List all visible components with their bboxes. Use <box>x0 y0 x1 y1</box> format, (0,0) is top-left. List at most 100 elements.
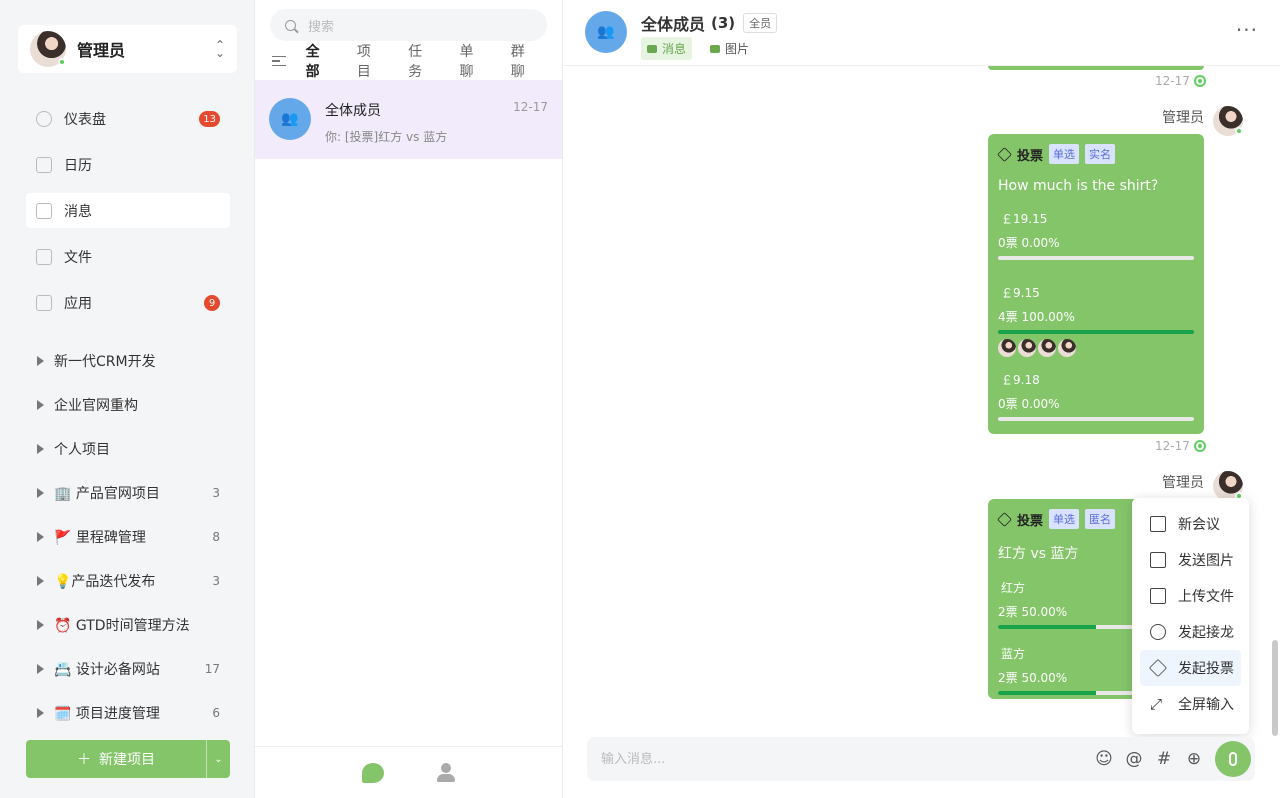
project-name: 企业官网重构 <box>54 398 138 414</box>
vote-mode-pill: 匿名 <box>1085 509 1116 529</box>
tab-direct[interactable]: 单聊 <box>459 41 486 81</box>
message-input[interactable] <box>601 751 1089 767</box>
chevron-updown-icon: ⌃ ⌄ <box>214 38 225 60</box>
nav-label: 应用 <box>64 295 92 312</box>
option-label: ￡9.15 <box>1001 286 1040 300</box>
sender-avatar[interactable] <box>1213 471 1243 501</box>
vote-card[interactable]: 投票 单选 实名 How much is the shirt? ￡19.15 0… <box>988 134 1204 434</box>
vote-question: How much is the shirt? <box>998 178 1159 194</box>
project-item[interactable]: 🗓️ 项目进度管理 6 <box>26 691 230 735</box>
project-item[interactable]: ⏰ GTD时间管理方法 <box>26 603 230 647</box>
nav-item-apps[interactable]: 应用 9 <box>26 285 230 320</box>
project-item[interactable]: 企业官网重构 <box>26 383 230 427</box>
nav-item-files[interactable]: 文件 <box>26 239 230 274</box>
read-check-icon <box>1193 75 1206 87</box>
caret-right-icon[interactable] <box>37 444 44 454</box>
more-options-icon[interactable]: ··· <box>1236 18 1258 42</box>
file-icon <box>36 248 52 265</box>
search-box[interactable]: 搜索 <box>270 9 547 41</box>
dialog-item[interactable]: 👥 全体成员 你: [投票]红方 vs 蓝方 12-17 <box>255 80 562 159</box>
vote-option[interactable]: ￡19.15 0票 0.00% <box>998 210 1194 260</box>
dialog-info: 全体成员 你: [投票]红方 vs 蓝方 <box>325 98 513 145</box>
new-project-button[interactable]: ＋ 新建项目 <box>26 740 206 778</box>
hashtag-icon[interactable]: # <box>1149 749 1179 769</box>
tab-groups[interactable]: 群聊 <box>511 41 538 81</box>
caret-right-icon[interactable] <box>37 708 44 718</box>
time-text: 12-17 <box>1155 74 1190 88</box>
menu-item-new-meeting[interactable]: 新会议 <box>1140 506 1241 542</box>
project-item[interactable]: 个人项目 <box>26 427 230 471</box>
tab-all[interactable]: 全部 <box>306 41 333 81</box>
project-count: 6 <box>212 706 220 720</box>
caret-right-icon[interactable] <box>37 664 44 674</box>
user-switcher[interactable]: 管理员 ⌃ ⌄ <box>18 25 237 73</box>
nav-badge: 9 <box>204 295 220 311</box>
caret-right-icon[interactable] <box>37 488 44 498</box>
vote-option[interactable]: ￡9.15 4票 100.00% <box>998 284 1194 357</box>
vote-option[interactable]: ￡9.18 0票 0.00% <box>998 371 1194 421</box>
caret-right-icon[interactable] <box>37 576 44 586</box>
nav-label: 消息 <box>64 203 92 220</box>
tab-tasks[interactable]: 任务 <box>408 41 435 81</box>
project-item[interactable]: 🏢 产品官网项目 3 <box>26 471 230 515</box>
nav-item-calendar[interactable]: 日历 <box>26 147 230 182</box>
option-bar <box>998 417 1194 421</box>
dialog-title: 全体成员 <box>325 103 381 119</box>
contacts-icon[interactable] <box>436 762 456 783</box>
plus-circle-icon[interactable]: ⊕ <box>1179 749 1209 769</box>
project-count: 17 <box>204 662 220 676</box>
chat-bubble-icon[interactable] <box>361 762 384 783</box>
nav-item-dashboard[interactable]: 仪表盘 13 <box>26 101 230 136</box>
read-check-icon <box>1193 440 1206 452</box>
caret-right-icon[interactable] <box>37 620 44 630</box>
caret-right-icon[interactable] <box>37 356 44 366</box>
menu-item-label: 发起接龙 <box>1178 625 1234 641</box>
new-project-dropdown[interactable]: ⌄ <box>206 740 230 778</box>
menu-item-start-relay[interactable]: 发起接龙 <box>1140 614 1241 650</box>
voter-avatar <box>1038 339 1056 357</box>
vote-icon <box>1148 658 1168 678</box>
tab-projects[interactable]: 项目 <box>357 41 384 81</box>
message-composer: ☺ @ # ⊕ <box>587 737 1255 781</box>
image-icon <box>1150 552 1166 568</box>
caret-right-icon[interactable] <box>37 532 44 542</box>
filter-label: 消息 <box>662 42 687 56</box>
menu-item-label: 全屏输入 <box>1178 697 1234 713</box>
project-count: 3 <box>212 486 220 500</box>
filter-messages[interactable]: 消息 <box>641 37 693 60</box>
caret-right-icon[interactable] <box>37 400 44 410</box>
project-name: 🚩 里程碑管理 <box>54 530 146 546</box>
vote-header: 投票 单选 实名 <box>997 144 1194 164</box>
time-text: 12-17 <box>1155 439 1190 453</box>
menu-item-start-vote[interactable]: 发起投票 <box>1140 650 1241 686</box>
project-item[interactable]: 📇 设计必备网站 17 <box>26 647 230 691</box>
message-time: 12-17 <box>1155 74 1206 88</box>
chat-header: 👥 全体成员 (3) 全员 消息 图片 ··· <box>563 0 1280 66</box>
emoji-icon[interactable]: ☺ <box>1089 749 1119 769</box>
sender-name: 管理员 <box>1162 475 1204 491</box>
app-root: 管理员 ⌃ ⌄ 仪表盘 13 日历 消息 文件 应用 9 新一代CRM开发 企业… <box>0 0 1280 798</box>
nav-item-messages[interactable]: 消息 <box>26 193 230 228</box>
menu-item-upload-file[interactable]: 上传文件 <box>1140 578 1241 614</box>
filter-images[interactable]: 图片 <box>704 37 755 60</box>
scrollbar[interactable] <box>1272 640 1278 736</box>
option-stat: 0票 0.00% <box>998 397 1060 411</box>
project-item[interactable]: 💡产品迭代发布 3 <box>26 559 230 603</box>
menu-item-label: 发起投票 <box>1178 661 1234 677</box>
member-count: (3) <box>711 14 736 32</box>
project-item[interactable]: 新一代CRM开发 <box>26 339 230 383</box>
option-label: ￡9.18 <box>1001 373 1040 387</box>
mention-icon[interactable]: @ <box>1119 749 1149 769</box>
nav-label: 文件 <box>64 249 92 266</box>
online-dot <box>58 58 66 66</box>
menu-icon[interactable] <box>272 55 286 67</box>
nav-badge: 13 <box>199 111 220 127</box>
voter-avatars <box>998 339 1194 357</box>
voice-button[interactable] <box>1215 741 1251 777</box>
vote-type-pill: 单选 <box>1049 509 1080 529</box>
menu-item-label: 上传文件 <box>1178 589 1234 605</box>
menu-item-fullscreen-input[interactable]: ⤢ 全屏输入 <box>1140 686 1241 722</box>
sender-avatar[interactable] <box>1213 106 1243 136</box>
menu-item-send-image[interactable]: 发送图片 <box>1140 542 1241 578</box>
project-item[interactable]: 🚩 里程碑管理 8 <box>26 515 230 559</box>
